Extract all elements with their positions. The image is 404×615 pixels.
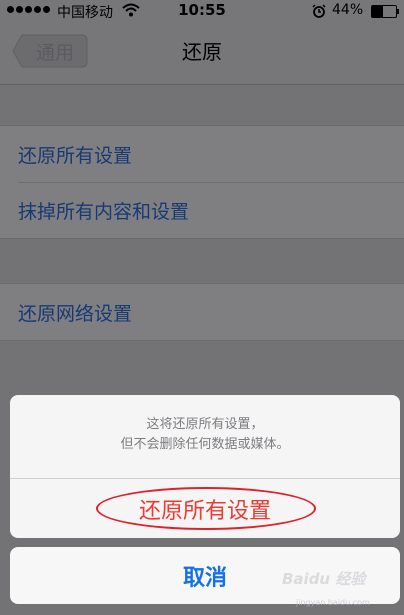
cancel-label: 取消 [182,565,227,591]
navigation-bar: 通用 还原 [0,22,404,84]
annotation-ellipse [96,487,316,530]
watermark-logo: Baidu 经验 [282,570,366,588]
action-sheet-message: 这将还原所有设置， 但不会删除任何数据或媒体。 [10,415,400,455]
erase-all-content-row[interactable]: 抹掉所有内容和设置 [0,182,404,238]
reset-network-settings-row[interactable]: 还原网络设置 [0,284,404,340]
row-label: 还原网络设置 [18,302,133,325]
row-label: 抹掉所有内容和设置 [18,200,190,223]
battery-fill [372,6,383,17]
message-line: 这将还原所有设置， [146,417,264,432]
reset-group-1: 还原所有设置 抹掉所有内容和设置 [0,125,404,239]
page-title: 还原 [182,40,222,64]
reset-group-2: 还原网络设置 [0,283,404,341]
message-line: 但不会删除任何数据或媒体。 [120,437,290,452]
reset-all-settings-row[interactable]: 还原所有设置 [0,126,404,182]
alarm-icon [312,4,326,18]
action-sheet: 这将还原所有设置， 但不会删除任何数据或媒体。 还原所有设置 [10,395,400,538]
row-label: 还原所有设置 [18,144,133,167]
section-spacer [0,239,404,283]
section-spacer [0,85,404,125]
battery-percentage: 44% [332,2,364,18]
battery-icon [371,5,397,18]
watermark-url: jingyan.baidu.com [296,598,370,607]
status-bar: 中国移动 10:55 44% [0,0,404,22]
battery-cap [397,9,399,14]
